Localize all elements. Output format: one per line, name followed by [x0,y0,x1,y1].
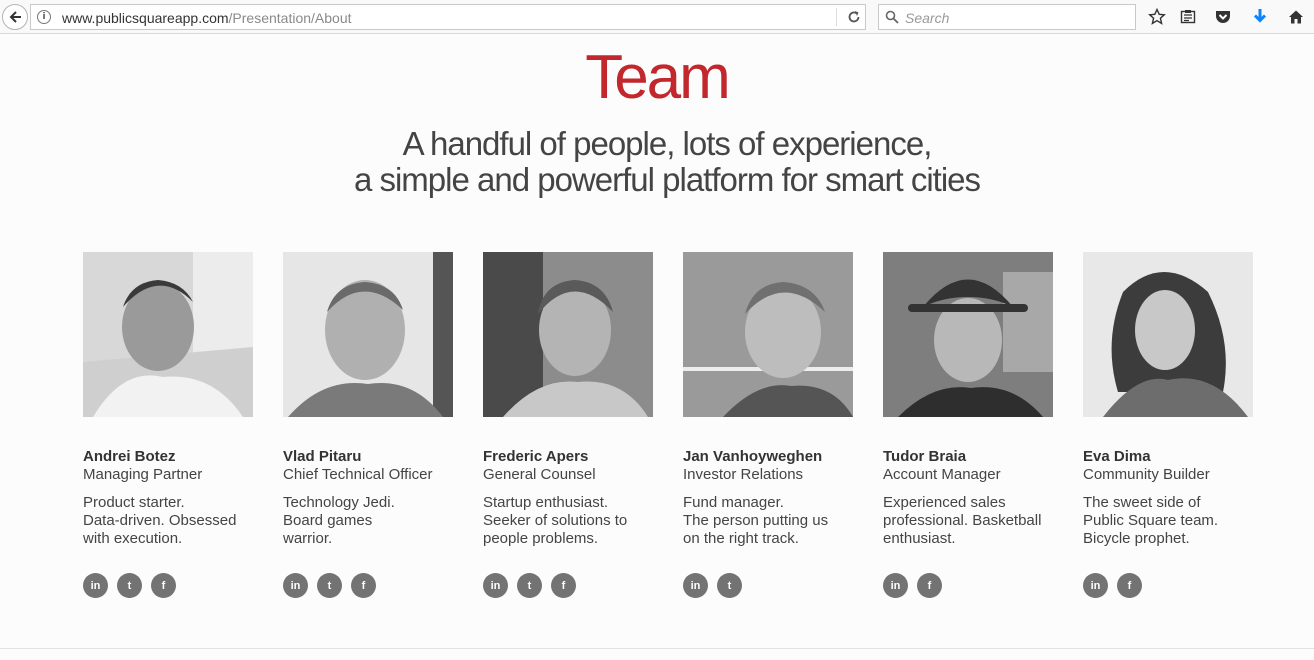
bio-line: Seeker of solutions to [483,512,628,529]
member-name: Frederic Apers [483,448,589,465]
twitter-icon[interactable]: t [317,573,342,598]
team-grid: Andrei Botez Managing Partner Product st… [83,252,1283,612]
member-bio: Product starter. Data-driven. Obsessed w… [83,494,263,548]
bio-line: Data-driven. Obsessed [83,512,237,529]
browser-toolbar: i www.publicsquareapp.com/Presentation/A… [0,0,1314,34]
bio-line: Bicycle prophet. [1083,530,1190,547]
bio-line: enthusiast. [883,530,956,547]
info-icon[interactable]: i [37,10,51,24]
team-member-card: Tudor Braia Account Manager Experienced … [883,252,1063,598]
twitter-icon[interactable]: t [517,573,542,598]
search-bar[interactable]: Search [878,4,1136,30]
member-role: Community Builder [1083,466,1210,483]
linkedin-icon[interactable]: in [283,573,308,598]
member-bio: Experienced sales professional. Basketba… [883,494,1063,548]
facebook-icon[interactable]: f [1117,573,1142,598]
facebook-icon[interactable]: f [551,573,576,598]
bio-line: warrior. [283,530,333,547]
bio-line: Experienced sales [883,494,1006,511]
team-member-card: Frederic Apers General Counsel Startup e… [483,252,663,598]
team-member-card: Jan Vanhoyweghen Investor Relations Fund… [683,252,863,598]
member-role: General Counsel [483,466,596,483]
twitter-icon[interactable]: t [117,573,142,598]
member-role: Chief Technical Officer [283,466,433,483]
subtitle-line-2: a simple and powerful platform for smart… [353,161,981,198]
page-title: Team [585,43,731,112]
member-bio: Startup enthusiast. Seeker of solutions … [483,494,663,548]
url-text[interactable]: www.publicsquareapp.com/Presentation/Abo… [62,10,352,26]
member-name: Jan Vanhoyweghen [683,448,823,465]
bio-line: Board games [283,512,373,529]
member-name: Andrei Botez [83,448,176,465]
linkedin-icon[interactable]: in [683,573,708,598]
member-role: Managing Partner [83,466,203,483]
member-photo [1083,252,1253,417]
url-host: www.publicsquareapp.com [62,10,229,26]
member-role: Investor Relations [683,466,804,483]
bio-line: people problems. [483,530,599,547]
reader-view-icon[interactable] [1178,7,1198,27]
reload-icon [848,11,860,23]
page-divider [0,648,1314,649]
back-arrow-icon [9,11,21,23]
member-photo [83,252,253,417]
member-bio: The sweet side of Public Square team. Bi… [1083,494,1263,548]
url-path: /Presentation/About [228,10,352,26]
linkedin-icon[interactable]: in [83,573,108,598]
member-photo [483,252,653,417]
twitter-icon[interactable]: t [717,573,742,598]
bio-line: Startup enthusiast. [483,494,609,511]
member-bio: Technology Jedi. Board games warrior. [283,494,463,548]
member-role: Account Manager [883,466,1001,483]
address-bar[interactable]: i www.publicsquareapp.com/Presentation/A… [30,4,866,30]
member-bio: Fund manager. The person putting us on t… [683,494,863,548]
bio-line: with execution. [83,530,183,547]
team-member-card: Vlad Pitaru Chief Technical Officer Tech… [283,252,463,598]
team-member-card: Eva Dima Community Builder The sweet sid… [1083,252,1263,598]
bio-line: The sweet side of [1083,494,1201,511]
bio-line: Fund manager. [683,494,784,511]
team-member-card: Andrei Botez Managing Partner Product st… [83,252,263,598]
facebook-icon[interactable]: f [917,573,942,598]
bio-line: The person putting us [683,512,829,529]
member-photo [283,252,453,417]
url-divider [836,8,837,26]
facebook-icon[interactable]: f [351,573,376,598]
linkedin-icon[interactable]: in [1083,573,1108,598]
subtitle-line-1: A handful of people, lots of experience, [402,125,933,162]
linkedin-icon[interactable]: in [883,573,908,598]
member-photo [683,252,853,417]
member-name: Vlad Pitaru [283,448,362,465]
facebook-icon[interactable]: f [151,573,176,598]
search-placeholder: Search [905,10,950,26]
bio-line: Product starter. [83,494,185,511]
linkedin-icon[interactable]: in [483,573,508,598]
member-name: Eva Dima [1083,448,1151,465]
back-button[interactable] [2,4,28,30]
home-icon[interactable] [1286,7,1306,27]
bio-line: Technology Jedi. [283,494,395,511]
bookmark-star-icon[interactable] [1147,7,1167,27]
search-icon [885,10,899,29]
member-name: Tudor Braia [883,448,967,465]
bio-line: Public Square team. [1083,512,1219,529]
bio-line: on the right track. [683,530,799,547]
reload-button[interactable] [844,7,864,27]
pocket-icon[interactable] [1213,7,1233,27]
member-photo [883,252,1053,417]
download-icon[interactable] [1250,7,1270,27]
bio-line: professional. Basketball [883,512,1042,529]
page-subtitle: A handful of people, lots of experience,… [0,126,1314,198]
